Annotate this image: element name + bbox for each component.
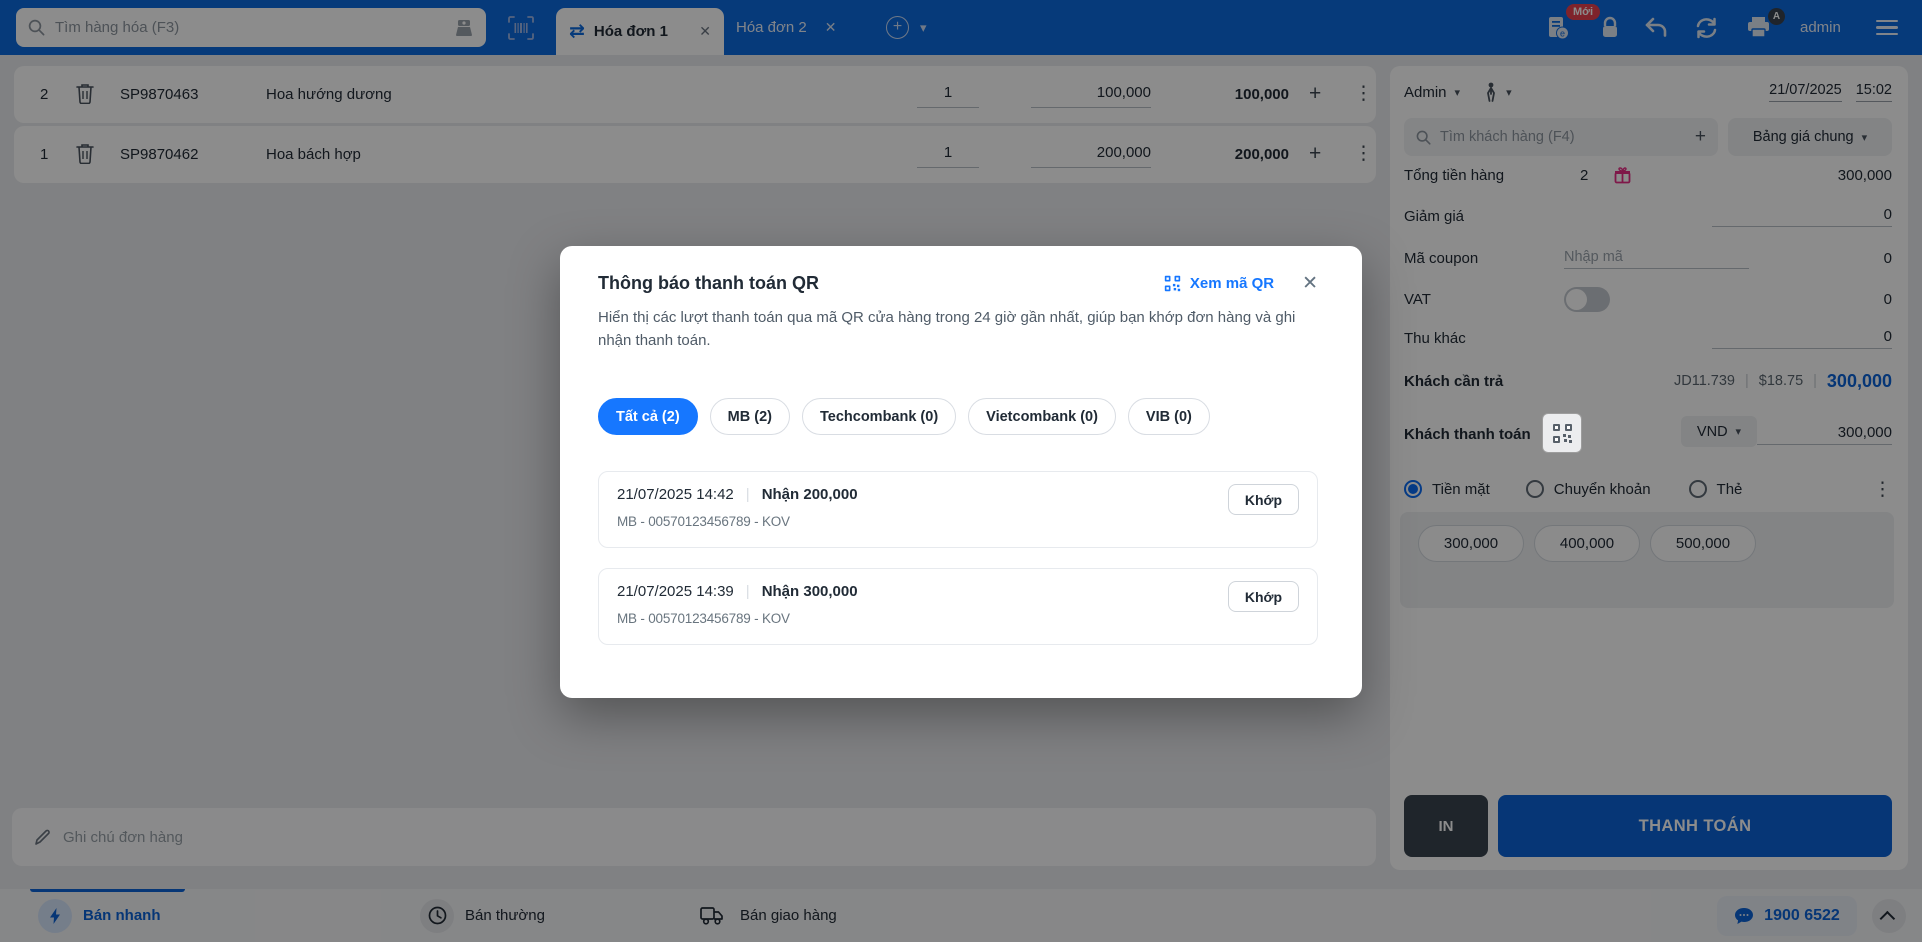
payment-time: 21/07/2025 14:42 <box>617 486 734 503</box>
qr-payment-modal: Thông báo thanh toán QR Xem mã QR ✕ Hiển… <box>560 246 1362 698</box>
payment-time: 21/07/2025 14:39 <box>617 583 734 600</box>
divider: | <box>745 583 750 600</box>
payment-account: MB - 00570123456789 - KOV <box>617 514 790 529</box>
filter-vietcombank[interactable]: Vietcombank (0) <box>968 398 1116 435</box>
view-qr-link[interactable]: Xem mã QR <box>1164 275 1274 292</box>
filter-mb[interactable]: MB (2) <box>709 398 790 435</box>
payment-entry: 21/07/2025 14:42 | Nhận 200,000 MB - 005… <box>598 471 1318 548</box>
modal-description: Hiển thị các lượt thanh toán qua mã QR c… <box>598 309 1296 350</box>
match-button[interactable]: Khớp <box>1227 484 1299 515</box>
filter-techcombank[interactable]: Techcombank (0) <box>801 398 957 435</box>
payment-entry: 21/07/2025 14:39 | Nhận 300,000 MB - 005… <box>598 568 1318 645</box>
bank-filter-chips: Tất cả (2) MB (2) Techcombank (0) Vietco… <box>598 398 1210 435</box>
modal-close-icon[interactable]: ✕ <box>1302 272 1318 295</box>
pos-app: ⇄ Hóa đơn 1 ✕ Hóa đơn 2 ✕ + ▾ e Mới A ad… <box>0 0 1922 942</box>
payment-amount: Nhận 200,000 <box>761 486 858 503</box>
filter-vib[interactable]: VIB (0) <box>1127 398 1210 435</box>
qr-payment-button[interactable] <box>1543 414 1581 452</box>
match-button[interactable]: Khớp <box>1227 581 1299 612</box>
payment-account: MB - 00570123456789 - KOV <box>617 611 790 626</box>
payment-amount: Nhận 300,000 <box>761 583 858 600</box>
filter-all[interactable]: Tất cả (2) <box>598 398 698 435</box>
view-qr-label: Xem mã QR <box>1189 275 1275 292</box>
modal-title: Thông báo thanh toán QR <box>598 273 819 293</box>
divider: | <box>745 486 750 503</box>
